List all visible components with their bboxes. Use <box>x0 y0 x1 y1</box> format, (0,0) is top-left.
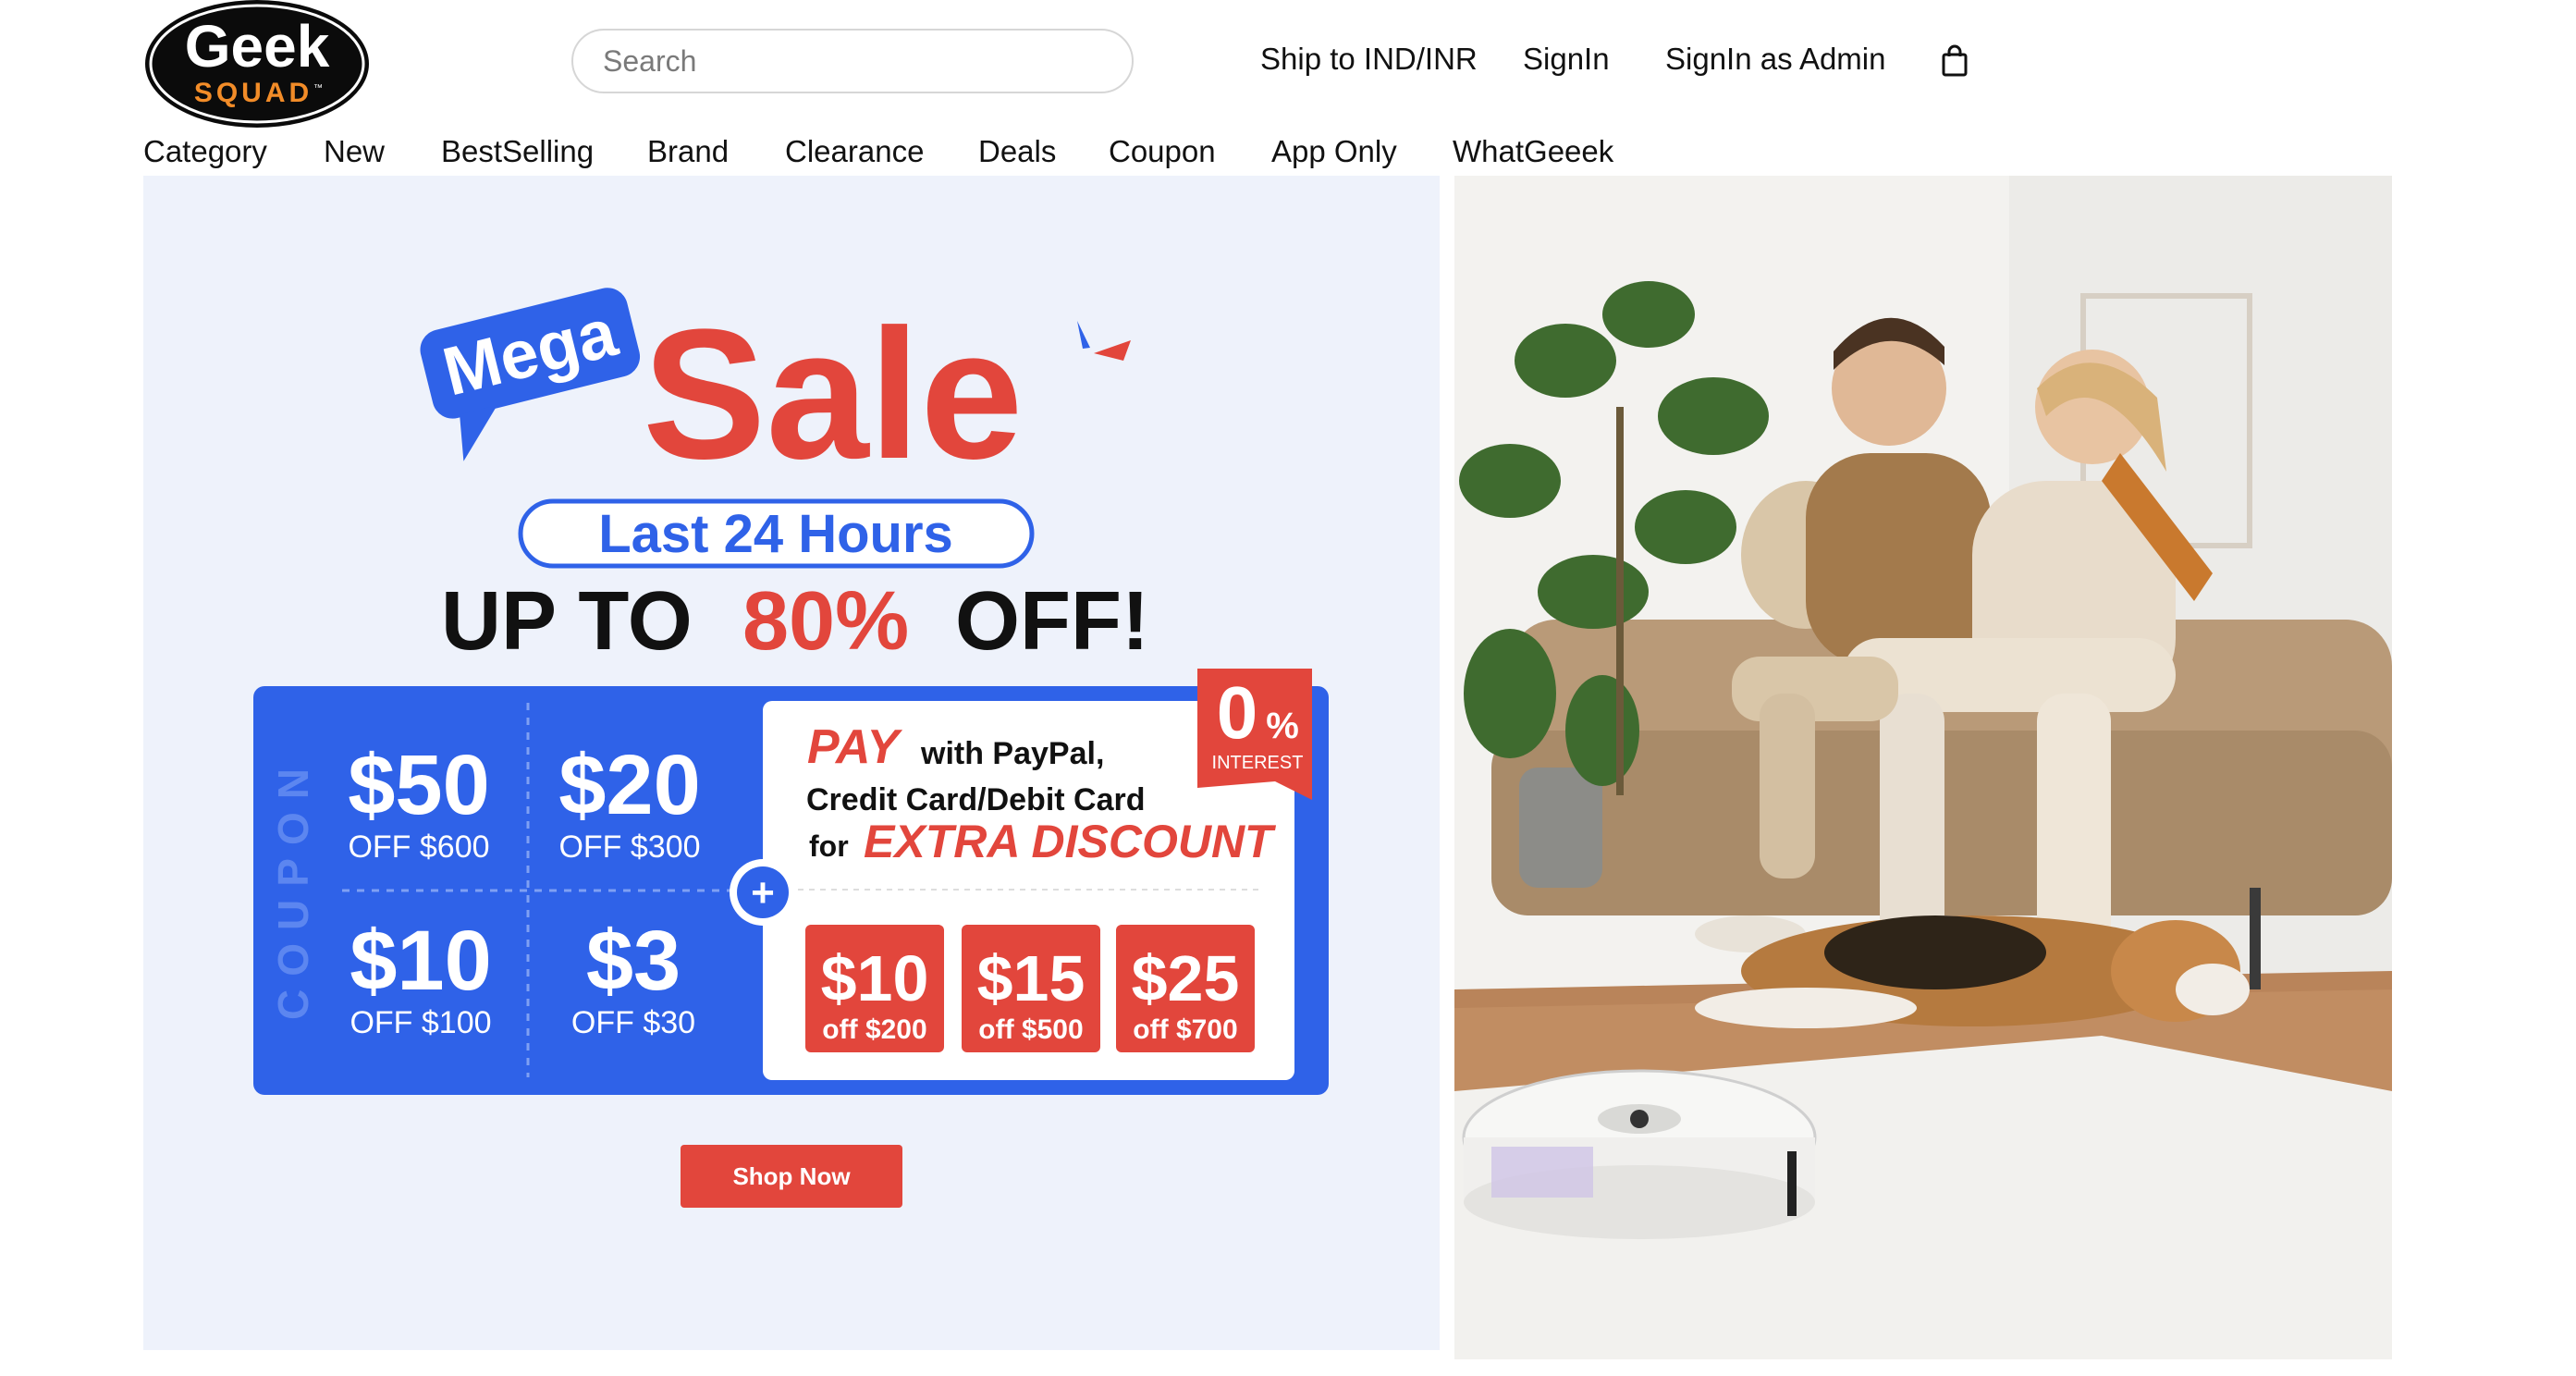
extra-coupon-3-condition: off $700 <box>1133 1014 1237 1045</box>
signin-admin-link[interactable]: SignIn as Admin <box>1665 41 1885 78</box>
extra-discount-text: EXTRA DISCOUNT <box>864 816 1277 867</box>
pay-word: PAY <box>807 720 903 774</box>
nav-app-only[interactable]: App Only <box>1271 133 1397 170</box>
nav-clearance[interactable]: Clearance <box>785 133 924 170</box>
coupon-4-condition: OFF $30 <box>571 1005 695 1040</box>
mega-sale-banner[interactable]: Mega Sale Last 24 Hours UP TO 80% OFF! C… <box>143 176 1440 1350</box>
coupon-vertical-text: COUPON <box>269 756 317 1020</box>
shop-now-button[interactable]: Shop Now <box>681 1145 902 1208</box>
extra-coupon-1-amount: $10 <box>821 942 929 1014</box>
logo-geek-text: Geek <box>185 13 330 80</box>
coupon-3-amount: $10 <box>350 914 492 1008</box>
interest-text: INTEREST <box>1212 753 1304 773</box>
plus-icon: + <box>751 870 775 915</box>
coupon-4-amount: $3 <box>586 914 681 1008</box>
last-24-hours-text: Last 24 Hours <box>598 504 953 564</box>
zero-percent-text: % <box>1266 706 1299 746</box>
off-exclaim-text: OFF! <box>955 575 1149 668</box>
search-input[interactable] <box>571 29 1134 93</box>
nav-whatgeeek[interactable]: WhatGeeek <box>1453 133 1613 170</box>
nav-brand[interactable]: Brand <box>647 133 729 170</box>
zero-text: 0 <box>1217 671 1258 754</box>
up-to-text: UP TO <box>441 575 693 668</box>
coupon-1-amount: $50 <box>348 738 490 832</box>
living-room-robot-vacuum-photo[interactable] <box>1454 176 2392 1359</box>
extra-coupon-1-condition: off $200 <box>822 1014 926 1045</box>
coupon-3-condition: OFF $100 <box>350 1005 491 1040</box>
logo-squad-text: SQUAD <box>194 78 313 108</box>
geek-squad-logo[interactable]: Geek SQUAD ™ <box>143 0 371 129</box>
coupon-2-condition: OFF $300 <box>558 829 700 865</box>
signin-link[interactable]: SignIn <box>1523 41 1610 78</box>
nav-category[interactable]: Category <box>143 133 267 170</box>
coupon-1-condition: OFF $600 <box>348 829 489 865</box>
nav-bestselling[interactable]: BestSelling <box>441 133 594 170</box>
extra-coupon-3-amount: $25 <box>1132 942 1240 1014</box>
sale-text: Sale <box>643 291 1023 498</box>
nav-deals[interactable]: Deals <box>978 133 1056 170</box>
pay-line2-text: Credit Card/Debit Card <box>806 782 1146 817</box>
nav-coupon[interactable]: Coupon <box>1109 133 1216 170</box>
pay-rest-text: with PayPal, <box>920 736 1104 771</box>
extra-coupon-2-condition: off $500 <box>978 1014 1083 1045</box>
shopping-bag-icon[interactable] <box>1940 44 1969 78</box>
eighty-percent-text: 80% <box>742 575 909 668</box>
ship-to-link[interactable]: Ship to IND/INR <box>1260 41 1478 78</box>
logo-tm-text: ™ <box>313 83 323 93</box>
pay-for-text: for <box>809 829 849 863</box>
nav-new[interactable]: New <box>324 133 385 170</box>
extra-coupon-2-amount: $15 <box>977 942 1086 1014</box>
coupon-2-amount: $20 <box>558 738 701 832</box>
